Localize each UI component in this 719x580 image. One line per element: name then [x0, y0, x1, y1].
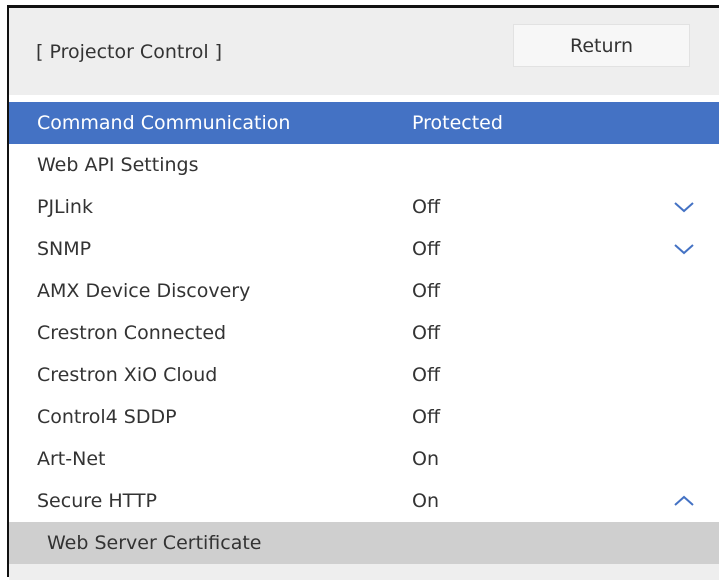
menu-item-label: Web Server Certificate: [47, 532, 262, 554]
menu-item-label: Crestron XiO Cloud: [37, 364, 218, 386]
menu-item-value: Off: [412, 406, 441, 428]
menu-item-web-api-settings[interactable]: Web API Settings: [9, 144, 719, 186]
chevron-up-icon[interactable]: [673, 494, 695, 508]
menu-item-pjlink[interactable]: PJLink Off: [9, 186, 719, 228]
menu-item-label: Crestron Connected: [37, 322, 227, 344]
menu-item-label: Web API Settings: [37, 154, 199, 176]
menu-item-crestron-connected[interactable]: Crestron Connected Off: [9, 312, 719, 354]
settings-list: Command Communication Protected Web API …: [9, 102, 719, 564]
return-button[interactable]: Return: [513, 24, 690, 67]
projector-control-panel: [ Projector Control ] Return Command Com…: [7, 5, 719, 580]
menu-item-label: PJLink: [37, 196, 93, 218]
menu-item-label: Secure HTTP: [37, 490, 157, 512]
menu-item-value: Off: [412, 238, 441, 260]
menu-item-secure-http[interactable]: Secure HTTP On: [9, 480, 719, 522]
menu-item-label: SNMP: [37, 238, 92, 260]
chevron-down-icon[interactable]: [673, 242, 695, 256]
menu-item-art-net[interactable]: Art-Net On: [9, 438, 719, 480]
menu-item-label: Art-Net: [37, 448, 106, 470]
menu-item-label: AMX Device Discovery: [37, 280, 251, 302]
submenu-item-web-server-certificate[interactable]: Web Server Certificate: [9, 522, 719, 564]
menu-item-value: On: [412, 490, 439, 512]
header: [ Projector Control ] Return: [9, 8, 719, 95]
menu-item-crestron-xio-cloud[interactable]: Crestron XiO Cloud Off: [9, 354, 719, 396]
chevron-down-icon[interactable]: [673, 200, 695, 214]
menu-item-command-communication[interactable]: Command Communication Protected: [9, 102, 719, 144]
menu-item-value: Protected: [412, 112, 503, 134]
menu-item-value: On: [412, 448, 439, 470]
menu-item-value: Off: [412, 364, 441, 386]
menu-item-label: Command Communication: [37, 112, 291, 134]
menu-item-value: Off: [412, 322, 441, 344]
menu-item-snmp[interactable]: SNMP Off: [9, 228, 719, 270]
menu-item-value: Off: [412, 196, 441, 218]
menu-item-amx-device-discovery[interactable]: AMX Device Discovery Off: [9, 270, 719, 312]
menu-item-control4-sddp[interactable]: Control4 SDDP Off: [9, 396, 719, 438]
menu-item-label: Control4 SDDP: [37, 406, 177, 428]
page-title: [ Projector Control ]: [36, 41, 223, 63]
menu-item-value: Off: [412, 280, 441, 302]
divider: [9, 95, 719, 102]
panel-footer: [9, 564, 719, 580]
